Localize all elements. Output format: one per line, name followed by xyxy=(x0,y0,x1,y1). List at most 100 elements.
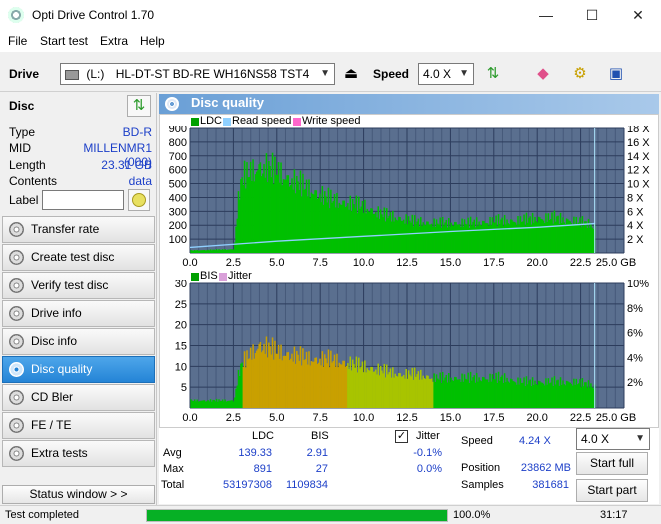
chevron-down-icon: ▼ xyxy=(320,68,330,79)
y-tick-right: 16 X xyxy=(627,137,650,149)
refresh-button[interactable]: ⇅ xyxy=(480,61,506,87)
read-speed-legend-swatch xyxy=(223,118,231,126)
nav-label: CD Bler xyxy=(31,390,74,404)
y-tick-left: 300 xyxy=(169,206,187,218)
ldc-chart: 900 800 700 600 500400 300 200 100 18 X 16 X 14 X 1… xyxy=(169,126,651,266)
y-tick-left: 25 xyxy=(175,299,187,311)
x-tick: 5.0 xyxy=(269,412,284,424)
drive-select[interactable]: (L:) HL-DT-ST BD-RE WH16NS58 TST4 ▼ xyxy=(60,63,335,85)
y-tick-left: 600 xyxy=(169,165,187,177)
x-tick: 0.0 xyxy=(182,412,197,424)
x-tick: 25.0 GB xyxy=(596,412,636,424)
y-tick-left: 200 xyxy=(169,220,187,232)
nav-create-test-disc[interactable]: Create test disc xyxy=(2,244,155,271)
menu-start-test[interactable]: Start test xyxy=(40,34,88,48)
disc-icon xyxy=(9,418,24,433)
avg-ldc: 139.33 xyxy=(238,447,272,459)
menu-bar: File Start test Extra Help xyxy=(0,30,661,52)
y-tick-left: 500 xyxy=(169,179,187,191)
samples-label: Samples xyxy=(461,479,504,491)
swap-arrows-icon: ⇅ xyxy=(486,65,500,82)
x-tick: 20.0 xyxy=(526,412,547,424)
menu-file[interactable]: File xyxy=(8,34,27,48)
maximize-button[interactable]: ☐ xyxy=(569,0,615,30)
nav-drive-info[interactable]: Drive info xyxy=(2,300,155,327)
y-tick-right: 8% xyxy=(627,303,643,315)
nav-cd-bler[interactable]: CD Bler xyxy=(2,384,155,411)
disc-icon xyxy=(9,390,24,405)
max-jitter: 0.0% xyxy=(416,463,442,475)
avg-label: Avg xyxy=(163,447,182,459)
total-label: Total xyxy=(161,479,185,491)
x-tick: 0.0 xyxy=(182,257,197,266)
disc-quality-icon xyxy=(165,97,179,111)
speed-select-value: 4.0 X xyxy=(423,67,452,81)
y-tick-right: 6% xyxy=(627,328,643,340)
contents-value: data xyxy=(128,174,152,188)
disc-icon xyxy=(9,446,24,461)
disc-icon xyxy=(9,222,24,237)
total-ldc: 53197308 xyxy=(223,479,272,491)
eject-button[interactable]: ⏏ xyxy=(338,61,364,87)
test-speed-select[interactable]: 4.0 X ▼ xyxy=(576,428,650,450)
save-icon: ▣ xyxy=(608,65,624,82)
menu-help[interactable]: Help xyxy=(140,34,165,48)
ldc-legend-swatch xyxy=(191,118,199,126)
checkmark-icon: ✓ xyxy=(396,430,407,442)
test-speed-value: 4.0 X xyxy=(581,432,610,446)
settings-button[interactable]: ⚙ xyxy=(567,61,593,87)
speed-label: Speed xyxy=(373,67,410,81)
disc-refresh-button[interactable]: ⇅ xyxy=(127,95,151,117)
bis-chart: 30 25 20 15 10 5 10% 8% 6% 4% 2% 0.0 2.5 5.0 7.5 10.0 12… xyxy=(175,280,649,424)
x-tick: 20.0 xyxy=(526,257,547,266)
progress-bar xyxy=(146,509,448,522)
nav-verify-test-disc[interactable]: Verify test disc xyxy=(2,272,155,299)
menu-extra[interactable]: Extra xyxy=(100,34,128,48)
erase-button[interactable]: ◆ xyxy=(530,61,556,87)
eject-icon: ⏏ xyxy=(343,65,359,82)
y-tick-left: 5 xyxy=(181,382,187,394)
nav-disc-info[interactable]: Disc info xyxy=(2,328,155,355)
y-tick-left: 100 xyxy=(169,234,187,246)
write-speed-legend-swatch xyxy=(293,118,301,126)
label-apply-button[interactable] xyxy=(128,189,150,211)
main-title: Disc quality xyxy=(191,95,264,110)
status-text: Test completed xyxy=(5,509,79,521)
chevron-down-icon: ▼ xyxy=(459,68,469,79)
disc-icon xyxy=(9,250,24,265)
nav-label: FE / TE xyxy=(31,418,72,432)
drive-name: HL-DT-ST BD-RE WH16NS58 TST4 xyxy=(115,67,310,81)
x-tick: 25.0 GB xyxy=(596,257,636,266)
drive-label: Drive xyxy=(9,67,40,81)
x-tick: 15.0 xyxy=(440,412,461,424)
jitter-checkbox[interactable]: ✓ xyxy=(395,430,408,443)
minimize-button[interactable]: — xyxy=(523,0,569,30)
contents-label: Contents xyxy=(9,174,58,188)
nav-fe-te[interactable]: FE / TE xyxy=(2,412,155,439)
start-full-button[interactable]: Start full xyxy=(576,452,648,475)
stats-bis-header: BIS xyxy=(311,430,329,442)
position-label: Position xyxy=(461,462,501,474)
label-input[interactable] xyxy=(42,190,124,210)
nav-label: Verify test disc xyxy=(31,278,109,292)
swap-arrows-icon: ⇅ xyxy=(132,97,146,114)
progress-percent: 100.0% xyxy=(453,509,491,521)
status-window-button[interactable]: Status window > > xyxy=(2,485,155,504)
y-tick-right: 4 X xyxy=(627,220,644,232)
speed-stat-value: 4.24 X xyxy=(519,435,551,447)
speed-select[interactable]: 4.0 X ▼ xyxy=(418,63,474,85)
nav-extra-tests[interactable]: Extra tests xyxy=(2,440,155,467)
nav-transfer-rate[interactable]: Transfer rate xyxy=(2,216,155,243)
y-tick-right: 12 X xyxy=(627,165,650,177)
x-tick: 10.0 xyxy=(353,412,374,424)
save-button[interactable]: ▣ xyxy=(603,61,629,87)
y-tick-left: 10 xyxy=(175,361,187,373)
start-part-button[interactable]: Start part xyxy=(576,479,648,502)
type-value: BD-R xyxy=(122,125,152,139)
close-button[interactable]: ✕ xyxy=(615,0,661,30)
y-tick-left: 20 xyxy=(175,320,187,332)
nav-disc-quality[interactable]: Disc quality xyxy=(2,356,155,383)
x-tick: 10.0 xyxy=(353,257,374,266)
length-label: Length xyxy=(9,158,46,172)
jitter-checkbox-label: Jitter xyxy=(416,430,440,442)
